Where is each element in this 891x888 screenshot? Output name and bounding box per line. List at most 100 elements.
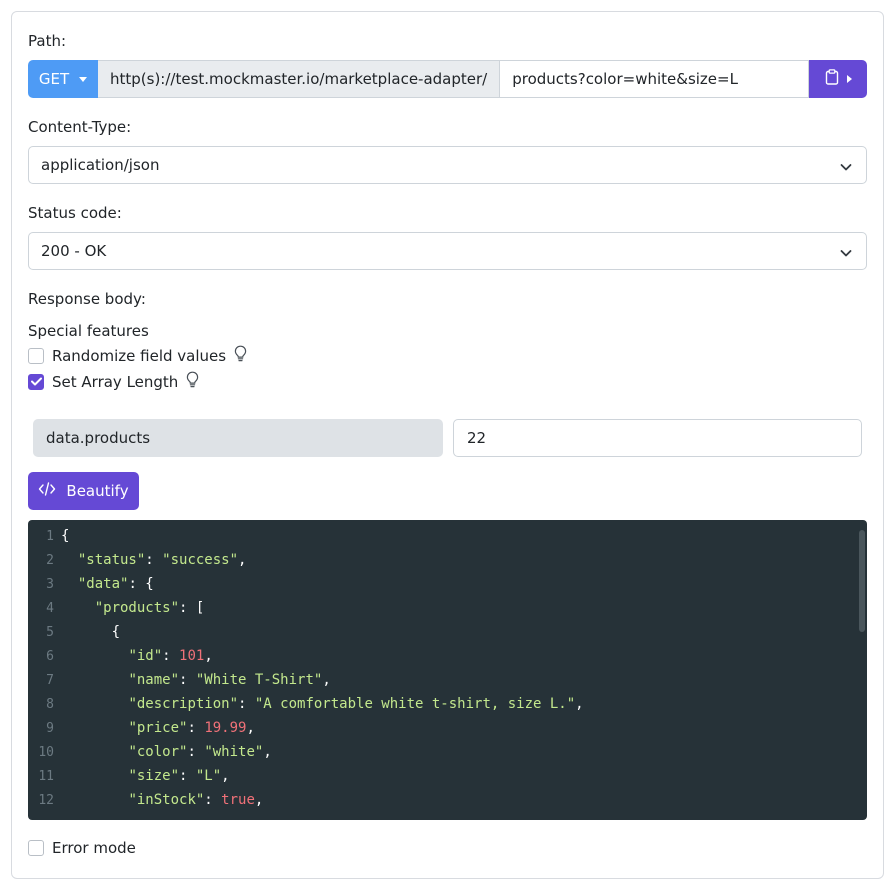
code-line: 6 "id": 101, — [28, 644, 213, 668]
line-number: 5 — [46, 624, 54, 640]
code-line: 8 "description": "A comfortable white t-… — [28, 692, 584, 716]
code-text: "name": "White T-Shirt", — [61, 672, 331, 688]
code-text: { — [61, 528, 69, 544]
array-length-label: Set Array Length — [52, 372, 179, 391]
content-type-label: Content-Type: — [28, 118, 132, 136]
code-token: 101 — [179, 648, 205, 664]
code-text: "price": 19.99, — [61, 720, 255, 736]
chevron-down-icon — [840, 245, 852, 263]
code-token: : [ — [179, 600, 205, 616]
code-token: , — [221, 768, 230, 784]
code-token: "id" — [128, 648, 163, 664]
beautify-label: Beautify — [66, 482, 129, 500]
error-mode-label: Error mode — [52, 839, 136, 857]
code-line: 10 "color": "white", — [28, 740, 272, 764]
code-token: "color" — [128, 744, 188, 760]
special-features-label: Special features — [28, 322, 149, 340]
error-mode-checkbox[interactable] — [28, 840, 44, 856]
code-token: , — [254, 792, 264, 808]
code-token: , — [246, 720, 255, 736]
path-label: Path: — [28, 32, 67, 50]
code-text: "inStock": true, — [61, 792, 263, 808]
code-token: "white" — [204, 744, 264, 760]
code-token: , — [263, 744, 272, 760]
method-dropdown-button[interactable]: GET — [28, 60, 98, 98]
code-line: 7 "name": "White T-Shirt", — [28, 668, 331, 692]
response-body-editor[interactable]: 1{2 "status": "success", 3 "data": {4 "pr… — [28, 520, 867, 820]
code-icon — [38, 481, 56, 501]
code-token: : — [187, 720, 205, 736]
code-text: "status": "success", — [61, 552, 247, 568]
array-length-checkbox[interactable] — [28, 373, 44, 390]
code-token: , — [204, 648, 213, 664]
code-token: , — [238, 552, 247, 568]
array-length-input[interactable] — [453, 419, 862, 457]
status-code-label: Status code: — [28, 204, 122, 222]
path-input[interactable] — [500, 60, 809, 98]
beautify-button[interactable]: Beautify — [28, 472, 139, 510]
chevron-down-icon — [840, 159, 852, 177]
code-token: : — [204, 792, 222, 808]
line-number: 10 — [38, 744, 54, 760]
code-token: "price" — [128, 720, 188, 736]
content-type-select[interactable]: application/json — [28, 146, 867, 184]
editor-scrollbar[interactable] — [859, 530, 865, 632]
status-code-value: 200 - OK — [41, 242, 107, 260]
code-token: : — [238, 696, 255, 712]
code-token: : { — [128, 576, 154, 592]
code-text: "products": [ — [61, 600, 205, 616]
code-line: 4 "products": [ — [28, 596, 204, 620]
code-token: : — [179, 768, 196, 784]
code-token: "White T-Shirt" — [195, 672, 323, 688]
code-token: "inStock" — [128, 792, 205, 808]
code-token: "name" — [128, 672, 180, 688]
code-line: 2 "status": "success", — [28, 548, 246, 572]
error-mode-option: Error mode — [28, 839, 136, 857]
code-text: "data": { — [61, 576, 154, 592]
line-number: 2 — [46, 552, 54, 568]
response-body-label: Response body: — [28, 290, 146, 308]
line-number: 1 — [46, 528, 54, 544]
code-token: : — [162, 648, 180, 664]
path-input-group: GET http(s)://test.mockmaster.io/marketp… — [28, 60, 867, 98]
code-token: , — [322, 672, 331, 688]
code-token: "description" — [128, 696, 239, 712]
line-number: 3 — [46, 576, 54, 592]
line-number: 9 — [46, 720, 54, 736]
randomize-checkbox[interactable] — [28, 347, 44, 364]
code-token: { — [61, 528, 70, 544]
code-token: , — [575, 696, 584, 712]
code-token: "status" — [77, 552, 146, 568]
code-line: 9 "price": 19.99, — [28, 716, 255, 740]
clipboard-icon — [825, 69, 839, 89]
line-number: 11 — [38, 768, 54, 784]
code-token: "products" — [94, 600, 180, 616]
code-token: { — [111, 624, 121, 640]
code-line: 12 "inStock": true, — [28, 788, 263, 812]
code-token: 19.99 — [204, 720, 247, 736]
code-line: 11 "size": "L", — [28, 764, 230, 788]
path-prefix: http(s)://test.mockmaster.io/marketplace… — [98, 60, 501, 98]
line-number: 6 — [46, 648, 54, 664]
lightbulb-icon[interactable] — [186, 371, 199, 392]
array-path-field: data.products — [33, 419, 443, 457]
status-code-select[interactable]: 200 - OK — [28, 232, 867, 270]
line-number: 12 — [38, 792, 54, 808]
line-number: 7 — [46, 672, 54, 688]
lightbulb-icon[interactable] — [234, 345, 247, 366]
code-text: "id": 101, — [61, 648, 213, 664]
caret-right-icon — [846, 75, 852, 83]
code-text: "description": "A comfortable white t-sh… — [61, 696, 584, 712]
code-text: { — [61, 624, 120, 640]
array-length-option: Set Array Length — [28, 371, 199, 392]
code-token: "size" — [128, 768, 180, 784]
code-token: "data" — [77, 576, 129, 592]
code-token: : — [145, 552, 163, 568]
line-number: 8 — [46, 696, 54, 712]
caret-down-icon — [79, 76, 88, 82]
clipboard-button[interactable] — [809, 60, 867, 98]
code-token: true — [221, 792, 255, 808]
check-icon — [30, 377, 42, 386]
code-line: 3 "data": { — [28, 572, 154, 596]
code-line: 1{ — [28, 524, 69, 548]
